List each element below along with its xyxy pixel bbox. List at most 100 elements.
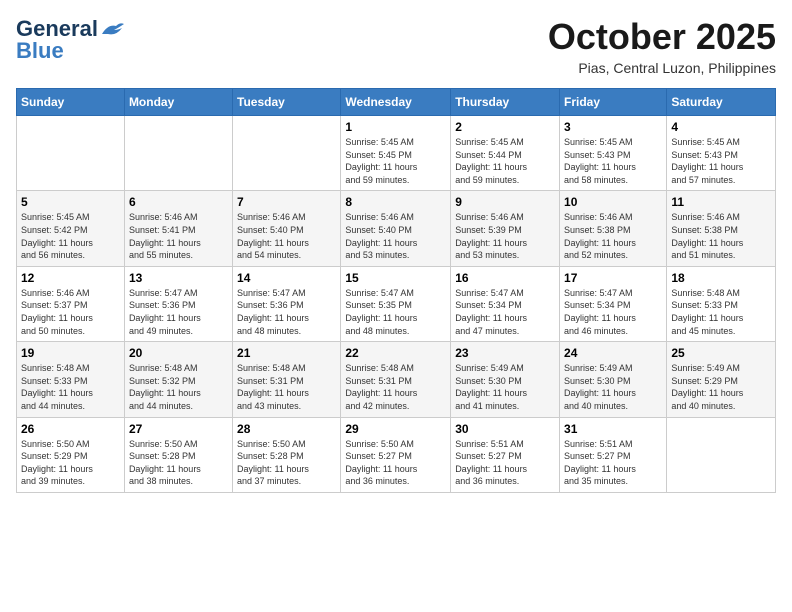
calendar-week-3: 12 Sunrise: 5:46 AM Sunset: 5:37 PM Dayli…	[17, 266, 776, 341]
day-number: 25	[671, 346, 771, 360]
day-number: 2	[455, 120, 555, 134]
calendar-cell: 19 Sunrise: 5:48 AM Sunset: 5:33 PM Dayli…	[17, 342, 125, 417]
calendar-cell: 21 Sunrise: 5:48 AM Sunset: 5:31 PM Dayli…	[233, 342, 341, 417]
day-info: Sunrise: 5:47 AM Sunset: 5:34 PM Dayligh…	[564, 287, 662, 337]
calendar-cell: 31 Sunrise: 5:51 AM Sunset: 5:27 PM Dayli…	[560, 417, 667, 492]
day-number: 30	[455, 422, 555, 436]
day-number: 18	[671, 271, 771, 285]
calendar-cell: 8Sunrise: 5:46 AM Sunset: 5:40 PM Daylig…	[341, 191, 451, 266]
calendar-cell: 25 Sunrise: 5:49 AM Sunset: 5:29 PM Dayli…	[667, 342, 776, 417]
calendar-cell	[17, 116, 125, 191]
calendar-cell: 23Sunrise: 5:49 AM Sunset: 5:30 PM Dayli…	[451, 342, 560, 417]
calendar-cell: 10 Sunrise: 5:46 AM Sunset: 5:38 PM Dayli…	[560, 191, 667, 266]
calendar-cell: 24 Sunrise: 5:49 AM Sunset: 5:30 PM Dayli…	[560, 342, 667, 417]
calendar-cell: 26 Sunrise: 5:50 AM Sunset: 5:29 PM Dayli…	[17, 417, 125, 492]
day-number: 12	[21, 271, 120, 285]
calendar-cell: 2Sunrise: 5:45 AM Sunset: 5:44 PM Daylig…	[451, 116, 560, 191]
day-number: 7	[237, 195, 336, 209]
day-info: Sunrise: 5:50 AM Sunset: 5:29 PM Dayligh…	[21, 438, 120, 488]
calendar-cell: 30 Sunrise: 5:51 AM Sunset: 5:27 PM Dayli…	[451, 417, 560, 492]
calendar-week-2: 5 Sunrise: 5:45 AM Sunset: 5:42 PM Daylig…	[17, 191, 776, 266]
page-header: General Blue October 2025 Pias, Central …	[16, 16, 776, 76]
day-info: Sunrise: 5:46 AM Sunset: 5:37 PM Dayligh…	[21, 287, 120, 337]
day-info: Sunrise: 5:48 AM Sunset: 5:32 PM Dayligh…	[129, 362, 228, 412]
calendar-cell: 29 Sunrise: 5:50 AM Sunset: 5:27 PM Dayli…	[341, 417, 451, 492]
day-number: 27	[129, 422, 228, 436]
day-info: Sunrise: 5:48 AM Sunset: 5:33 PM Dayligh…	[21, 362, 120, 412]
day-info: Sunrise: 5:51 AM Sunset: 5:27 PM Dayligh…	[455, 438, 555, 488]
day-number: 21	[237, 346, 336, 360]
day-info: Sunrise: 5:45 AM Sunset: 5:42 PM Dayligh…	[21, 211, 120, 261]
day-number: 14	[237, 271, 336, 285]
day-number: 10	[564, 195, 662, 209]
day-number: 26	[21, 422, 120, 436]
day-number: 19	[21, 346, 120, 360]
logo-bird-icon	[100, 20, 124, 38]
weekday-header-tuesday: Tuesday	[233, 89, 341, 116]
calendar-cell: 15 Sunrise: 5:47 AM Sunset: 5:35 PM Dayli…	[341, 266, 451, 341]
calendar-cell: 20 Sunrise: 5:48 AM Sunset: 5:32 PM Dayli…	[124, 342, 232, 417]
calendar-cell	[124, 116, 232, 191]
day-info: Sunrise: 5:50 AM Sunset: 5:28 PM Dayligh…	[129, 438, 228, 488]
logo: General Blue	[16, 16, 124, 64]
day-info: Sunrise: 5:48 AM Sunset: 5:31 PM Dayligh…	[237, 362, 336, 412]
day-info: Sunrise: 5:47 AM Sunset: 5:36 PM Dayligh…	[237, 287, 336, 337]
day-info: Sunrise: 5:47 AM Sunset: 5:36 PM Dayligh…	[129, 287, 228, 337]
calendar-cell: 18 Sunrise: 5:48 AM Sunset: 5:33 PM Dayli…	[667, 266, 776, 341]
calendar-cell: 13 Sunrise: 5:47 AM Sunset: 5:36 PM Dayli…	[124, 266, 232, 341]
day-number: 28	[237, 422, 336, 436]
weekday-header-thursday: Thursday	[451, 89, 560, 116]
day-info: Sunrise: 5:51 AM Sunset: 5:27 PM Dayligh…	[564, 438, 662, 488]
day-number: 11	[671, 195, 771, 209]
calendar-cell: 9 Sunrise: 5:46 AM Sunset: 5:39 PM Daylig…	[451, 191, 560, 266]
calendar-cell: 4 Sunrise: 5:45 AM Sunset: 5:43 PM Daylig…	[667, 116, 776, 191]
day-number: 20	[129, 346, 228, 360]
day-number: 31	[564, 422, 662, 436]
calendar-cell: 17 Sunrise: 5:47 AM Sunset: 5:34 PM Dayli…	[560, 266, 667, 341]
day-number: 9	[455, 195, 555, 209]
calendar-cell: 22 Sunrise: 5:48 AM Sunset: 5:31 PM Dayli…	[341, 342, 451, 417]
weekday-header-row: SundayMondayTuesdayWednesdayThursdayFrid…	[17, 89, 776, 116]
day-number: 23	[455, 346, 555, 360]
day-info: Sunrise: 5:46 AM Sunset: 5:39 PM Dayligh…	[455, 211, 555, 261]
calendar-cell: 6Sunrise: 5:46 AM Sunset: 5:41 PM Daylig…	[124, 191, 232, 266]
day-number: 13	[129, 271, 228, 285]
day-info: Sunrise: 5:45 AM Sunset: 5:43 PM Dayligh…	[671, 136, 771, 186]
calendar-cell: 16 Sunrise: 5:47 AM Sunset: 5:34 PM Dayli…	[451, 266, 560, 341]
day-number: 17	[564, 271, 662, 285]
day-number: 5	[21, 195, 120, 209]
weekday-header-friday: Friday	[560, 89, 667, 116]
weekday-header-wednesday: Wednesday	[341, 89, 451, 116]
day-info: Sunrise: 5:48 AM Sunset: 5:33 PM Dayligh…	[671, 287, 771, 337]
day-number: 22	[345, 346, 446, 360]
calendar-cell: 5 Sunrise: 5:45 AM Sunset: 5:42 PM Daylig…	[17, 191, 125, 266]
day-info: Sunrise: 5:46 AM Sunset: 5:38 PM Dayligh…	[564, 211, 662, 261]
day-number: 15	[345, 271, 446, 285]
calendar-cell	[667, 417, 776, 492]
day-info: Sunrise: 5:46 AM Sunset: 5:40 PM Dayligh…	[237, 211, 336, 261]
calendar-table: SundayMondayTuesdayWednesdayThursdayFrid…	[16, 88, 776, 493]
day-number: 3	[564, 120, 662, 134]
weekday-header-sunday: Sunday	[17, 89, 125, 116]
day-number: 4	[671, 120, 771, 134]
day-number: 6	[129, 195, 228, 209]
day-info: Sunrise: 5:46 AM Sunset: 5:40 PM Dayligh…	[345, 211, 446, 261]
calendar-week-5: 26 Sunrise: 5:50 AM Sunset: 5:29 PM Dayli…	[17, 417, 776, 492]
day-info: Sunrise: 5:50 AM Sunset: 5:27 PM Dayligh…	[345, 438, 446, 488]
calendar-cell: 27 Sunrise: 5:50 AM Sunset: 5:28 PM Dayli…	[124, 417, 232, 492]
day-info: Sunrise: 5:45 AM Sunset: 5:43 PM Dayligh…	[564, 136, 662, 186]
calendar-week-4: 19 Sunrise: 5:48 AM Sunset: 5:33 PM Dayli…	[17, 342, 776, 417]
day-number: 16	[455, 271, 555, 285]
day-number: 1	[345, 120, 446, 134]
calendar-cell: 3 Sunrise: 5:45 AM Sunset: 5:43 PM Daylig…	[560, 116, 667, 191]
weekday-header-monday: Monday	[124, 89, 232, 116]
day-number: 24	[564, 346, 662, 360]
day-info: Sunrise: 5:48 AM Sunset: 5:31 PM Dayligh…	[345, 362, 446, 412]
day-info: Sunrise: 5:47 AM Sunset: 5:35 PM Dayligh…	[345, 287, 446, 337]
day-info: Sunrise: 5:49 AM Sunset: 5:29 PM Dayligh…	[671, 362, 771, 412]
day-info: Sunrise: 5:47 AM Sunset: 5:34 PM Dayligh…	[455, 287, 555, 337]
day-info: Sunrise: 5:49 AM Sunset: 5:30 PM Dayligh…	[564, 362, 662, 412]
location-subtitle: Pias, Central Luzon, Philippines	[548, 60, 776, 76]
calendar-cell: 7 Sunrise: 5:46 AM Sunset: 5:40 PM Daylig…	[233, 191, 341, 266]
day-number: 29	[345, 422, 446, 436]
